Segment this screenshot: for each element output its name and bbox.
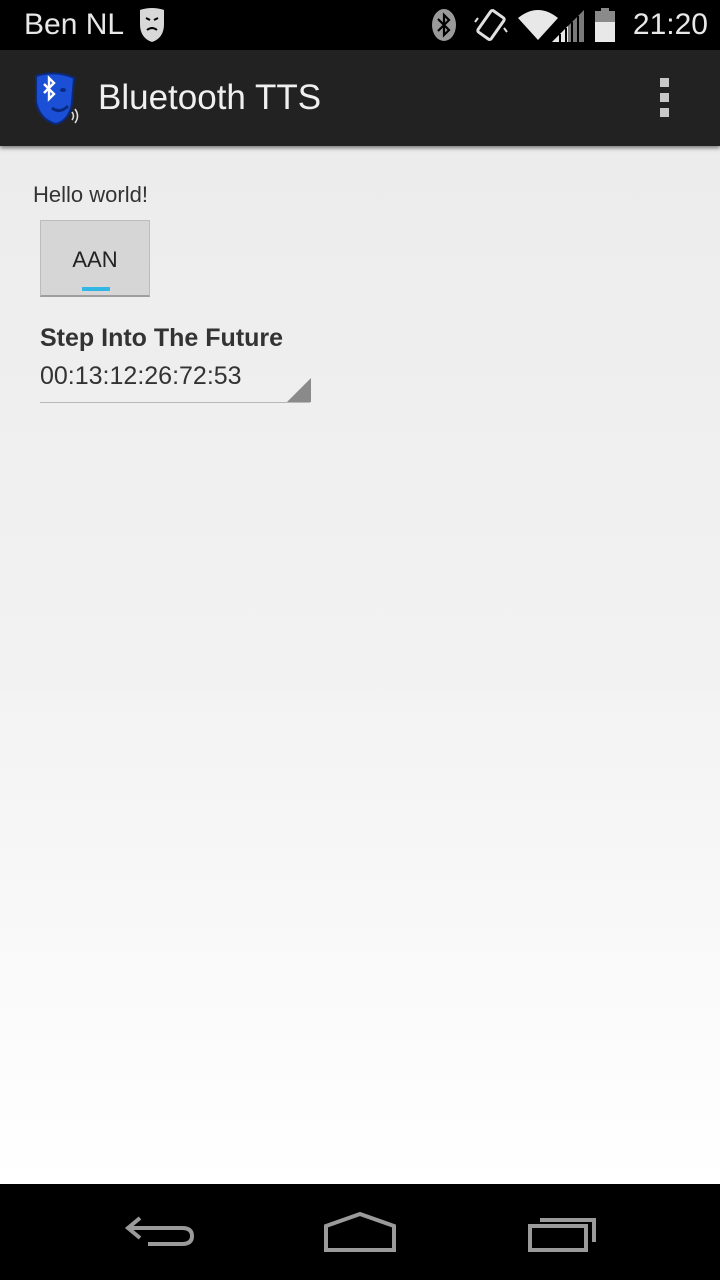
action-bar: Bluetooth TTS <box>0 50 720 146</box>
vibrate-icon <box>474 9 508 41</box>
recents-icon[interactable] <box>526 1212 600 1254</box>
device-address: 00:13:12:26:72:53 <box>40 362 242 390</box>
bluetooth-face-icon[interactable] <box>30 72 84 128</box>
home-icon[interactable] <box>322 1212 398 1254</box>
cell-signal-icon <box>552 10 584 42</box>
toggle-button-label: AAN <box>72 247 118 272</box>
hello-text: Hello world! <box>33 182 148 207</box>
device-name: Step Into The Future <box>40 324 284 352</box>
carrier-name: Ben NL <box>24 8 125 41</box>
back-icon[interactable] <box>122 1212 196 1252</box>
toggle-indicator <box>82 287 110 291</box>
battery-icon <box>595 8 615 42</box>
clock: 21:20 <box>632 8 708 41</box>
overflow-menu-icon[interactable] <box>650 74 678 124</box>
status-bar: Ben NL 21:20 <box>0 0 720 50</box>
main-content: Hello world! AAN Step Into The Future 00… <box>0 146 720 1184</box>
device-spinner[interactable]: Step Into The Future 00:13:12:26:72:53 <box>40 324 311 403</box>
app-title: Bluetooth TTS <box>98 78 322 117</box>
navigation-bar <box>0 1184 720 1280</box>
toggle-button[interactable]: AAN <box>40 220 150 297</box>
bluetooth-icon <box>432 9 456 41</box>
mask-notification-icon <box>140 8 164 42</box>
spinner-dropdown-icon <box>287 378 311 402</box>
